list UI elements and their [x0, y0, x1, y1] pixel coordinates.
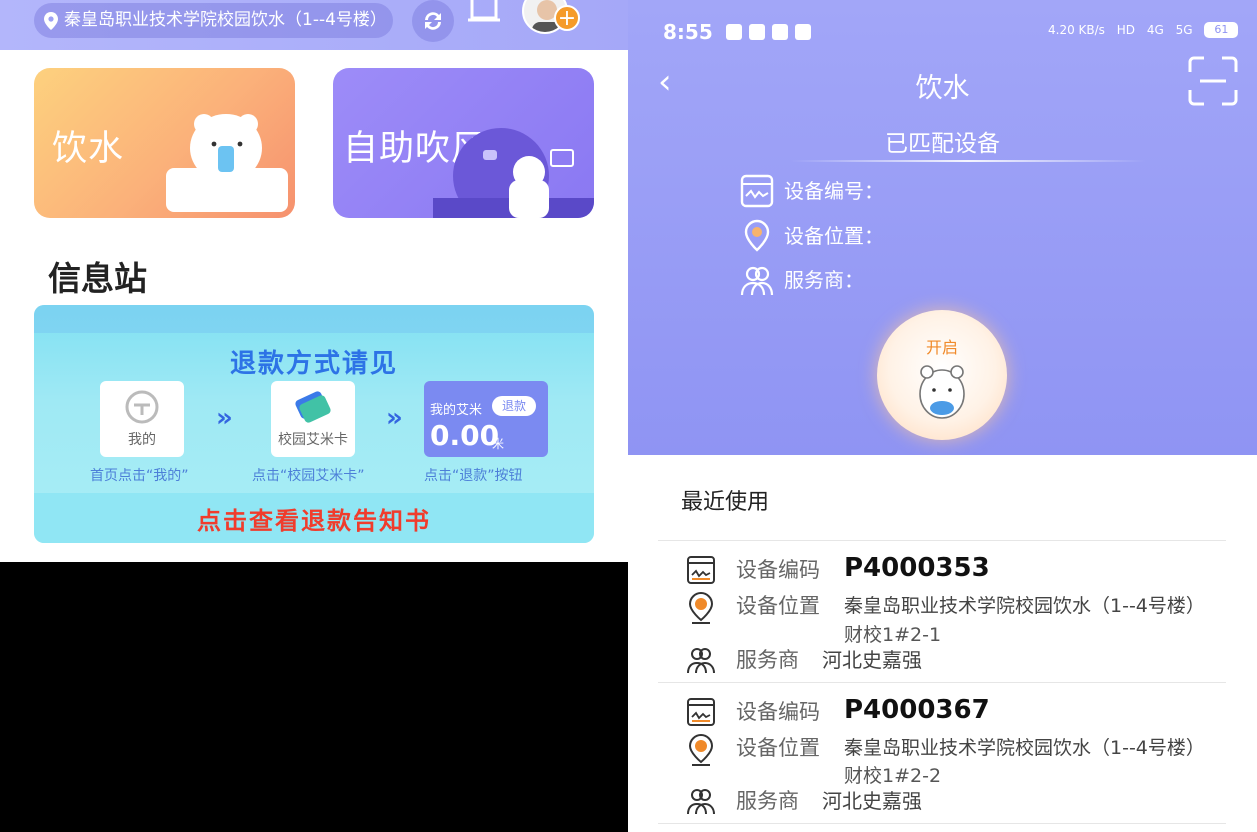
step3-caption: 点击“退款”按钮: [424, 468, 523, 484]
banner-title: 退款方式请见: [229, 349, 398, 379]
recent-code-key: 设备编码: [736, 700, 820, 724]
scan-icon[interactable]: [1188, 56, 1238, 106]
refund-banner[interactable]: 退款方式请见 我的 » 校园艾米卡 » 我的艾米 退款 0.00 米 首页点击“…: [34, 305, 594, 543]
device-location-label: 设备位置：: [784, 224, 884, 248]
device-location-icon: [744, 219, 770, 252]
status-indicators: 4.20 KB/s HD 4G 5G 61: [1048, 22, 1239, 38]
device-code-icon: [740, 174, 774, 208]
info-station-heading: 信息站: [48, 259, 147, 298]
app-notification-icon: [726, 24, 742, 40]
vendor-label: 服务商：: [784, 268, 864, 292]
status-app-icons: [726, 24, 818, 44]
page-title: 饮水: [915, 73, 970, 104]
home-screen: 秦皇岛职业技术学院校园饮水（1--4号楼） + 饮水 自助吹风 信息站 退款方式…: [0, 0, 628, 562]
divider: [658, 682, 1226, 683]
step2-caption: 点击“校园艾米卡”: [252, 468, 365, 484]
recent-vendor-value: 河北史嘉强: [822, 648, 922, 672]
bear-drinking-illustration: [166, 114, 288, 212]
card-icon: [295, 391, 331, 423]
step-card-box: 校园艾米卡: [271, 381, 355, 457]
vendor-icon: [687, 648, 715, 674]
location-text: 秦皇岛职业技术学院校园饮水（1--4号楼）: [64, 10, 387, 30]
umbrella-icon: [125, 390, 159, 424]
divider: [658, 540, 1226, 541]
balance-amount: 0.00: [430, 419, 500, 452]
device-code-icon: [687, 698, 715, 726]
status-time: 8:55: [663, 20, 713, 44]
location-selector[interactable]: 秦皇岛职业技术学院校园饮水（1--4号楼）: [34, 3, 393, 38]
refund-tag: 退款: [492, 396, 536, 416]
hair-dryer-card[interactable]: 自助吹风: [333, 68, 594, 218]
recent-vendor-value: 河北史嘉强: [822, 789, 922, 813]
device-code-label: 设备编号：: [784, 179, 884, 203]
plus-icon[interactable]: +: [554, 5, 580, 31]
vendor-icon: [740, 266, 774, 296]
battery-indicator: 61: [1204, 22, 1239, 38]
balance-unit: 米: [492, 437, 505, 451]
recent-code-value: P4000353: [844, 553, 990, 583]
matched-divider: [790, 160, 1146, 162]
recent-location-sub: 财校1#2-1: [844, 624, 942, 646]
recent-location-sub: 财校1#2-2: [844, 765, 942, 787]
banner-band: [34, 305, 594, 333]
refresh-icon: [425, 12, 441, 30]
hd-indicator: HD: [1116, 22, 1136, 37]
recent-vendor-key: 服务商: [736, 789, 799, 813]
app-notification-icon: [772, 24, 788, 40]
chevron-right-icon: »: [216, 403, 233, 433]
refund-notice-link[interactable]: 点击查看退款告知书: [34, 501, 594, 536]
signal-5g: 5G: [1175, 22, 1193, 37]
recent-vendor-key: 服务商: [736, 648, 799, 672]
recent-location-value: 秦皇岛职业技术学院校园饮水（1--4号楼）: [844, 595, 1205, 617]
water-header: 8:55 4.20 KB/s HD 4G 5G 61 ‹ 饮水 已匹配设备 设备…: [628, 0, 1257, 455]
divider: [658, 823, 1226, 824]
device-location-icon: [688, 591, 714, 624]
step-refund-box: 我的艾米 退款 0.00 米: [424, 381, 548, 457]
recent-location-key: 设备位置: [736, 594, 820, 618]
device-location-icon: [688, 733, 714, 766]
step-card-text: 校园艾米卡: [278, 432, 348, 448]
net-speed: 4.20 KB/s: [1048, 22, 1105, 37]
chevron-right-icon: »: [386, 403, 403, 433]
bell-icon[interactable]: [466, 0, 502, 26]
app-notification-icon: [749, 24, 765, 40]
step1-caption: 首页点击“我的”: [90, 468, 189, 484]
water-screen: 8:55 4.20 KB/s HD 4G 5G 61 ‹ 饮水 已匹配设备 设备…: [628, 0, 1257, 832]
refresh-button[interactable]: [412, 0, 454, 42]
bear-with-cup-icon: [919, 365, 965, 419]
recent-use-heading: 最近使用: [681, 490, 770, 515]
my-aimi-label: 我的艾米: [430, 403, 483, 418]
vendor-icon: [687, 789, 715, 815]
step-mine-box: 我的: [100, 381, 184, 457]
device-code-icon: [687, 556, 715, 584]
signal-4g: 4G: [1146, 22, 1164, 37]
step-mine-text: 我的: [128, 432, 156, 448]
recent-location-key: 设备位置: [736, 736, 820, 760]
location-pin-icon: [44, 12, 58, 30]
home-header: 秦皇岛职业技术学院校园饮水（1--4号楼） +: [0, 0, 628, 50]
bear-hairdryer-illustration: [433, 128, 594, 218]
water-card[interactable]: 饮水: [34, 68, 295, 218]
recent-code-value: P4000367: [844, 695, 990, 725]
app-notification-icon: [795, 24, 811, 40]
recent-code-key: 设备编码: [736, 558, 820, 582]
recent-location-value: 秦皇岛职业技术学院校园饮水（1--4号楼）: [844, 737, 1205, 759]
open-water-button[interactable]: 开启: [877, 310, 1007, 440]
matched-device-heading: 已匹配设备: [885, 131, 1000, 157]
